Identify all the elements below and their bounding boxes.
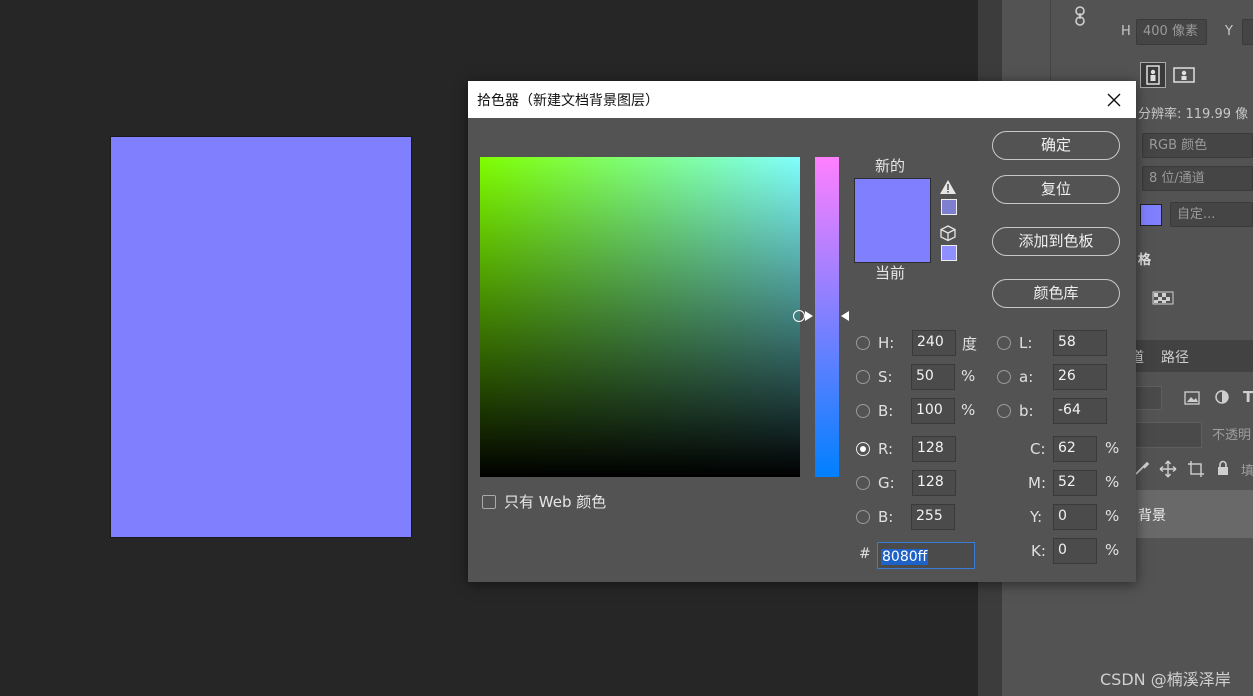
radio-h[interactable] — [856, 336, 870, 350]
layer-row-background[interactable]: 背景 — [1120, 490, 1253, 538]
hex-input[interactable]: 8080ff — [877, 542, 975, 569]
s-label: S: — [878, 368, 893, 386]
a-input[interactable]: 26 — [1053, 364, 1107, 390]
lab-b-label: b: — [1019, 402, 1034, 420]
link-icon[interactable] — [1073, 6, 1087, 30]
radio-l[interactable] — [997, 336, 1011, 350]
g-label: G: — [878, 474, 895, 492]
only-web-colors-label: 只有 Web 颜色 — [504, 493, 607, 511]
radio-g[interactable] — [856, 476, 870, 490]
y-label: Y: — [1030, 508, 1043, 526]
only-web-colors-checkbox[interactable] — [482, 495, 496, 509]
add-to-swatches-button[interactable]: 添加到色板 — [992, 227, 1120, 256]
s-unit: % — [961, 367, 976, 385]
hex-label: # — [859, 546, 871, 562]
color-field[interactable] — [480, 157, 800, 477]
close-button[interactable] — [1096, 85, 1132, 115]
k-input[interactable]: 0 — [1053, 538, 1097, 564]
hex-value: 8080ff — [881, 549, 929, 565]
not-web-safe-cube-icon[interactable] — [939, 224, 957, 246]
lock-position-icon[interactable] — [1159, 460, 1177, 482]
h-label: H: — [878, 334, 895, 352]
g-input[interactable]: 128 — [912, 470, 956, 496]
filter-adjustment-icon[interactable] — [1214, 389, 1230, 409]
color-picker-dialog: 拾色器（新建文档背景图层） 新的 当前 确定 复位 添加到色板 颜色库 H: 2… — [468, 81, 1136, 582]
radio-lab-b[interactable] — [997, 404, 1011, 418]
background-color-swatch[interactable] — [1140, 204, 1162, 226]
slider-arrow-left-icon[interactable] — [805, 311, 813, 321]
gamut-color-swatch[interactable] — [941, 199, 957, 215]
new-color-label: 新的 — [875, 157, 906, 175]
filter-type-icon[interactable]: T — [1243, 388, 1253, 406]
current-color-label: 当前 — [875, 264, 906, 282]
height-field[interactable]: 400 像素 — [1136, 19, 1207, 45]
web-safe-color-swatch[interactable] — [941, 245, 957, 261]
y-unit: % — [1105, 507, 1120, 525]
fill-label: 填 — [1241, 464, 1253, 479]
color-field-marker[interactable] — [793, 310, 805, 322]
watermark: CSDN @楠溪泽岸 — [1100, 670, 1231, 689]
current-color-swatch[interactable] — [854, 223, 931, 263]
resolution-text: 分辨率: 119.99 像 — [1138, 107, 1249, 122]
close-icon — [1107, 93, 1121, 107]
bit-depth-select[interactable]: 8 位/通道 — [1142, 166, 1253, 191]
s-input[interactable]: 50 — [911, 364, 955, 390]
y-field[interactable] — [1242, 19, 1253, 45]
radio-a[interactable] — [997, 370, 1011, 384]
k-unit: % — [1105, 541, 1120, 559]
c-unit: % — [1105, 439, 1120, 457]
l-input[interactable]: 58 — [1053, 330, 1107, 356]
color-libraries-button[interactable]: 颜色库 — [992, 279, 1120, 308]
lock-artboard-icon[interactable] — [1187, 460, 1205, 482]
slider-arrow-right-icon[interactable] — [841, 311, 849, 321]
blue-input[interactable]: 255 — [911, 504, 955, 530]
dialog-titlebar: 拾色器（新建文档背景图层） — [468, 81, 1136, 118]
radio-brightness[interactable] — [856, 404, 870, 418]
m-input[interactable]: 52 — [1053, 470, 1097, 496]
c-input[interactable]: 62 — [1053, 436, 1097, 462]
color-mode-select[interactable]: RGB 颜色 — [1142, 133, 1253, 158]
opacity-label: 不透明 — [1212, 428, 1252, 443]
reset-button[interactable]: 复位 — [992, 175, 1120, 204]
m-unit: % — [1105, 473, 1120, 491]
height-label: H — [1121, 24, 1131, 39]
new-color-swatch — [854, 178, 931, 224]
radio-blue[interactable] — [856, 510, 870, 524]
m-label: M: — [1028, 474, 1046, 492]
landscape-orientation-icon[interactable] — [1172, 64, 1196, 90]
r-label: R: — [878, 440, 894, 458]
lab-b-input[interactable]: -64 — [1053, 398, 1107, 424]
ok-button[interactable]: 确定 — [992, 131, 1120, 160]
document-canvas[interactable] — [111, 137, 411, 537]
k-label: K: — [1031, 542, 1046, 560]
c-label: C: — [1030, 440, 1046, 458]
blue-label: B: — [878, 508, 894, 526]
filter-image-icon[interactable] — [1184, 390, 1200, 409]
radio-r[interactable] — [856, 442, 870, 456]
brightness-label: B: — [878, 402, 894, 420]
grid-section-label: 格 — [1138, 253, 1152, 268]
brightness-input[interactable]: 100 — [911, 398, 955, 424]
h-unit: 度 — [962, 335, 978, 353]
h-input[interactable]: 240 — [912, 330, 956, 356]
l-label: L: — [1019, 334, 1033, 352]
out-of-gamut-warning-icon[interactable] — [939, 179, 957, 199]
brightness-unit: % — [961, 401, 976, 419]
transparency-grid-icon[interactable] — [1152, 290, 1174, 309]
layer-name: 背景 — [1138, 508, 1166, 524]
portrait-orientation-icon[interactable] — [1140, 62, 1166, 88]
r-input[interactable]: 128 — [912, 436, 956, 462]
background-option-select[interactable]: 自定... — [1170, 202, 1253, 227]
y-input[interactable]: 0 — [1053, 504, 1097, 530]
lock-pixels-icon[interactable] — [1134, 460, 1150, 480]
dialog-title: 拾色器（新建文档背景图层） — [477, 93, 659, 109]
radio-s[interactable] — [856, 370, 870, 384]
y-label: Y — [1225, 24, 1233, 39]
lock-all-icon[interactable] — [1216, 460, 1230, 480]
a-label: a: — [1019, 368, 1034, 386]
tab-paths[interactable]: 路径 — [1161, 347, 1189, 367]
color-slider[interactable] — [815, 157, 839, 477]
